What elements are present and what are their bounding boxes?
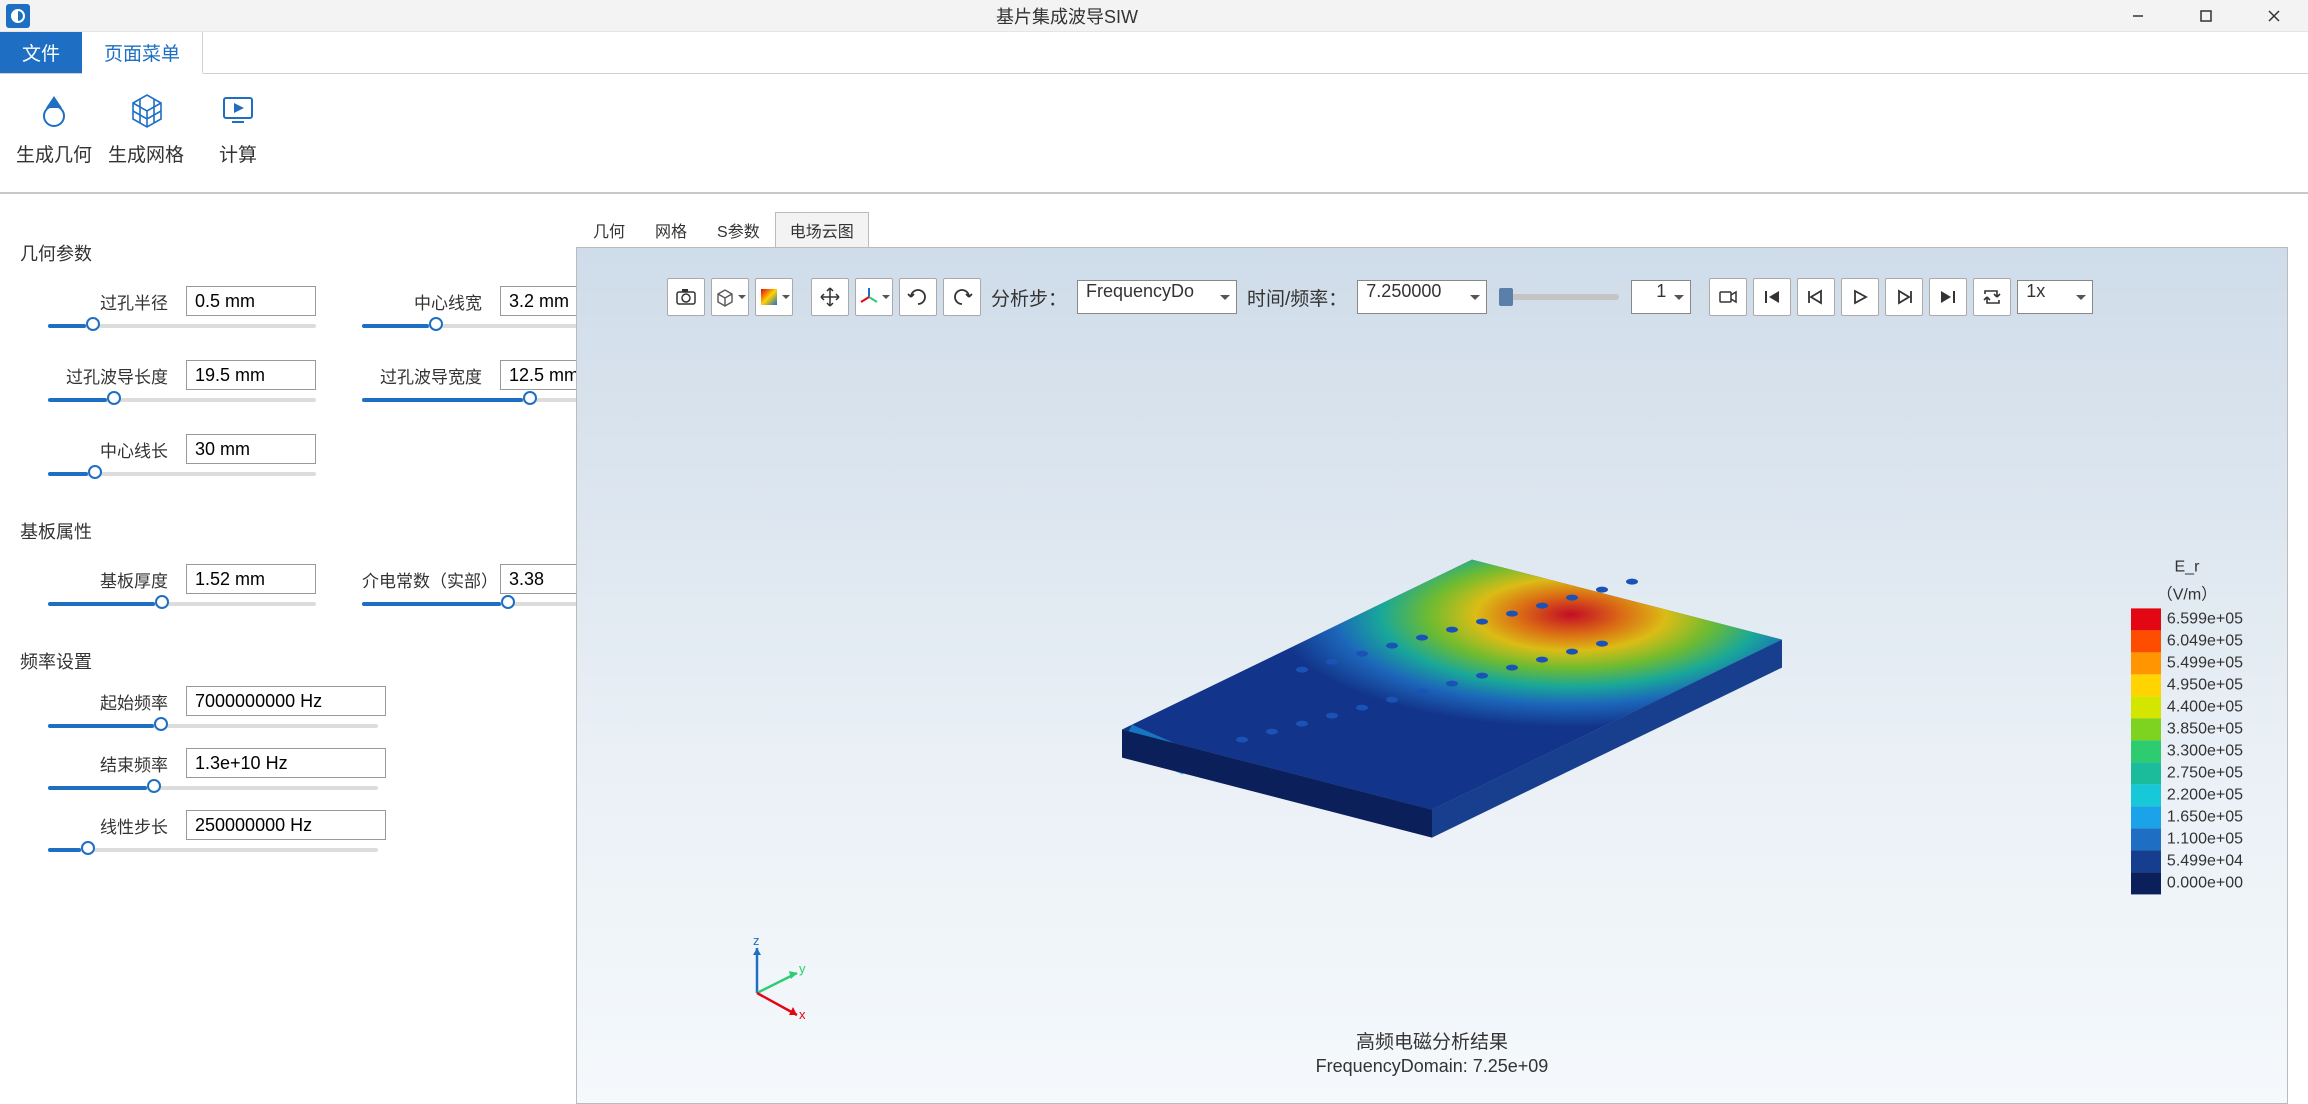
tab-geom[interactable]: 几何: [578, 212, 640, 248]
slider-center-len[interactable]: [48, 468, 316, 478]
skip-start-icon[interactable]: [1753, 278, 1791, 316]
menu-page[interactable]: 页面菜单: [82, 32, 203, 74]
efield-plot: [1042, 469, 1822, 899]
legend-tick: 5.499e+04: [2167, 850, 2243, 872]
input-fstep[interactable]: [186, 810, 386, 840]
skip-end-icon[interactable]: [1929, 278, 1967, 316]
legend-tick: 1.100e+05: [2167, 828, 2243, 850]
param-center-len: 中心线长: [48, 434, 316, 478]
param-via-radius: 过孔半径: [48, 286, 316, 330]
window-title: 基片集成波导SIW: [30, 3, 2104, 29]
param-eps: 介电常数（实部）: [362, 564, 576, 608]
colormap-icon[interactable]: [755, 278, 793, 316]
input-fstart[interactable]: [186, 686, 386, 716]
plot-caption: 高频电磁分析结果 FrequencyDomain: 7.25e+09: [1316, 1027, 1549, 1077]
legend-tick: 1.650e+05: [2167, 806, 2243, 828]
canvas[interactable]: 分析步： FrequencyDo 时间/频率： 7.250000 1 1x: [576, 247, 2288, 1104]
play-icon[interactable]: [1841, 278, 1879, 316]
time-slider[interactable]: [1499, 294, 1619, 300]
analysis-step-select[interactable]: FrequencyDo: [1077, 280, 1237, 314]
slider-wg-wid[interactable]: [362, 394, 576, 404]
legend-tick: 6.049e+05: [2167, 630, 2243, 652]
tab-efield[interactable]: 电场云图: [775, 212, 869, 248]
param-fend: 结束频率: [48, 748, 556, 792]
analysis-step-label: 分析步：: [991, 284, 1067, 311]
legend-tick: 2.200e+05: [2167, 784, 2243, 806]
slider-fend[interactable]: [48, 782, 378, 792]
minimize-button[interactable]: [2104, 0, 2172, 32]
input-via-radius[interactable]: [186, 286, 316, 316]
param-wg-wid: 过孔波导宽度: [362, 360, 576, 404]
step-back-icon[interactable]: [1797, 278, 1835, 316]
rotate-ccw-icon[interactable]: [943, 278, 981, 316]
canvas-toolbar: 分析步： FrequencyDo 时间/频率： 7.250000 1 1x: [667, 278, 2197, 316]
param-center-width: 中心线宽: [362, 286, 576, 330]
view-tabs: 几何 网格 S参数 电场云图: [578, 212, 2288, 248]
legend-tick: 3.850e+05: [2167, 718, 2243, 740]
app-logo: [6, 4, 30, 28]
frame-input[interactable]: 1: [1631, 280, 1691, 314]
record-icon[interactable]: [1709, 278, 1747, 316]
slider-fstart[interactable]: [48, 720, 378, 730]
input-wg-wid[interactable]: [500, 360, 576, 390]
legend-tick: 0.000e+00: [2167, 872, 2243, 894]
axis-xyz-icon[interactable]: [855, 278, 893, 316]
time-freq-select[interactable]: 7.250000: [1357, 280, 1487, 314]
param-sidebar: 几何参数 过孔半径 中心线宽 过孔波导长度 过孔波导宽度 中心线长: [0, 194, 576, 1104]
svg-text:y: y: [799, 961, 806, 976]
legend-tick: 3.300e+05: [2167, 740, 2243, 762]
ribbon-generate-mesh[interactable]: 生成网格: [100, 82, 192, 192]
slider-fstep[interactable]: [48, 844, 378, 854]
slider-via-radius[interactable]: [48, 320, 316, 330]
input-eps[interactable]: [500, 564, 576, 594]
input-fend[interactable]: [186, 748, 386, 778]
title-bar: 基片集成波导SIW: [0, 0, 2308, 32]
section-freq: 频率设置: [20, 648, 556, 674]
svg-text:z: z: [753, 933, 760, 948]
param-wg-len: 过孔波导长度: [48, 360, 316, 404]
slider-wg-len[interactable]: [48, 394, 316, 404]
input-center-width[interactable]: [500, 286, 576, 316]
step-fwd-icon[interactable]: [1885, 278, 1923, 316]
maximize-button[interactable]: [2172, 0, 2240, 32]
ribbon-generate-geometry[interactable]: 生成几何: [8, 82, 100, 192]
section-sub: 基板属性: [20, 518, 556, 544]
input-center-len[interactable]: [186, 434, 316, 464]
color-legend: E_r （V/m） 6.599e+056.049e+055.499e+054.9…: [2131, 558, 2243, 894]
legend-tick: 4.950e+05: [2167, 674, 2243, 696]
param-fstep: 线性步长: [48, 810, 556, 854]
axis-triad: z y x: [727, 933, 817, 1023]
geometry-icon: [32, 88, 76, 132]
ribbon: 生成几何 生成网格 计算: [0, 74, 2308, 194]
menu-file[interactable]: 文件: [0, 32, 82, 73]
param-sub-thk: 基板厚度: [48, 564, 316, 608]
cube-view-icon[interactable]: [711, 278, 749, 316]
section-geom: 几何参数: [20, 240, 556, 266]
play-rate-select[interactable]: 1x: [2017, 280, 2093, 314]
slider-eps[interactable]: [362, 598, 576, 608]
slider-center-width[interactable]: [362, 320, 576, 330]
param-fstart: 起始频率: [48, 686, 556, 730]
ribbon-compute[interactable]: 计算: [192, 82, 284, 192]
input-wg-len[interactable]: [186, 360, 316, 390]
loop-icon[interactable]: [1973, 278, 2011, 316]
input-sub-thk[interactable]: [186, 564, 316, 594]
move-icon[interactable]: [811, 278, 849, 316]
compute-icon: [216, 88, 260, 132]
legend-tick: 4.400e+05: [2167, 696, 2243, 718]
rotate-cw-icon[interactable]: [899, 278, 937, 316]
content-area: 几何 网格 S参数 电场云图 分析步： FrequencyDo 时间/频率： 7…: [576, 194, 2308, 1104]
slider-sub-thk[interactable]: [48, 598, 316, 608]
close-button[interactable]: [2240, 0, 2308, 32]
menu-tabs: 文件 页面菜单: [0, 32, 2308, 74]
legend-tick: 6.599e+05: [2167, 608, 2243, 630]
svg-text:x: x: [799, 1007, 806, 1022]
tab-sparam[interactable]: S参数: [702, 212, 775, 248]
mesh-icon: [124, 88, 168, 132]
tab-mesh[interactable]: 网格: [640, 212, 702, 248]
legend-tick: 5.499e+05: [2167, 652, 2243, 674]
time-freq-label: 时间/频率：: [1247, 284, 1347, 311]
camera-icon[interactable]: [667, 278, 705, 316]
legend-tick: 2.750e+05: [2167, 762, 2243, 784]
